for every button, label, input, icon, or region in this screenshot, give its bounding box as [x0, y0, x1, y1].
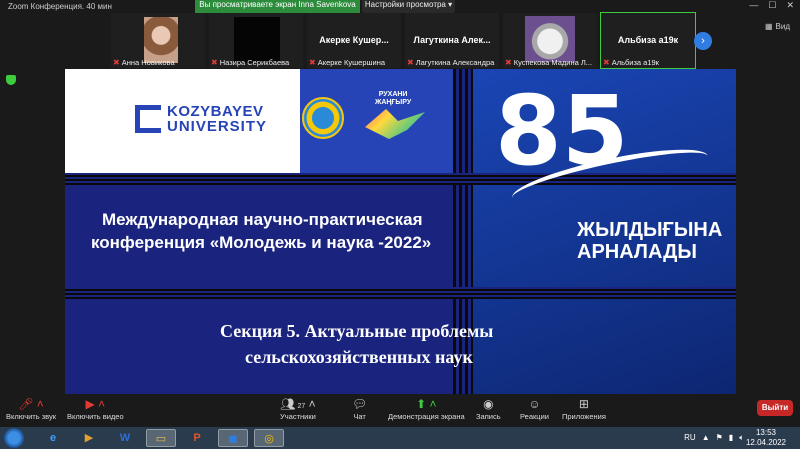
participants-label: Участники [280, 412, 316, 421]
participant-name: Альбиза а19к [611, 58, 659, 67]
participant-tile[interactable]: ✖ Назира Серикбаева [209, 13, 303, 68]
section-title-line2: сельскохозяйственных наук [245, 347, 473, 367]
language-indicator[interactable]: RU [684, 433, 696, 443]
apps-icon: ⊞ [578, 397, 589, 411]
unmute-button[interactable]: 🎤︎ ˄ Включить звук [6, 396, 56, 421]
network-icon[interactable]: ▮ [729, 433, 733, 443]
start-video-label: Включить видео [67, 412, 124, 421]
logo-text-line2: UNIVERSITY [167, 118, 268, 135]
kazakhstan-emblem-icon [302, 97, 344, 139]
security-shield-icon[interactable] [6, 75, 16, 85]
chevron-right-icon: › [701, 35, 705, 47]
mic-muted-icon: ✖ [211, 58, 218, 67]
rj-text-line2: ЖАҢҒЫРУ [375, 99, 412, 106]
meeting-toolbar: 🎤︎ ˄ Включить звук ▶︎ ˄ Включить видео 👥… [0, 394, 800, 427]
participant-video [525, 16, 575, 62]
system-clock[interactable]: 13:53 12.04.2022 [746, 428, 786, 448]
shared-screen: KOZYBAYEV UNIVERSITY РУХАНИ ЖАҢҒЫРУ 85 Ж… [65, 69, 736, 394]
participant-tile[interactable]: Альбиза а19к ✖ Альбиза а19к [600, 12, 696, 69]
slide-divider-vertical [453, 69, 473, 394]
volume-icon[interactable]: 🔈︎ [739, 433, 744, 443]
participant-tile[interactable]: ✖ Анна Новикова [111, 13, 205, 68]
next-page-button[interactable]: › [694, 32, 712, 50]
participant-display-name: Акерке Кушер... [319, 35, 389, 45]
apps-label: Приложения [562, 412, 606, 421]
record-button[interactable]: ◉ Запись [476, 396, 501, 421]
mic-muted-icon: ✖ [309, 58, 316, 67]
start-button-icon[interactable] [4, 428, 24, 448]
minimize-button[interactable]: — [749, 0, 758, 11]
clock-time: 13:53 [755, 428, 776, 437]
window-title: Zoom Конференция. 40 мин [8, 2, 112, 11]
zoom-app-icon[interactable]: ◼ [218, 429, 248, 447]
chat-label: Чат [353, 412, 366, 421]
mic-muted-icon: ✖ [407, 58, 414, 67]
grid-icon: ▦ [764, 22, 773, 31]
microphone-muted-icon: 🎤︎ ˄ [18, 397, 44, 411]
chat-button[interactable]: 💬︎ Чат [352, 396, 367, 421]
unmute-label: Включить звук [6, 412, 57, 421]
internet-explorer-icon[interactable]: e [38, 429, 68, 447]
system-tray: RU ▲ ⚑ ▮ 🔈︎ [684, 433, 744, 443]
leave-meeting-button[interactable]: Выйти [757, 400, 793, 416]
participants-count: 27 [297, 403, 306, 410]
window-controls: — ☐ ✕ [749, 0, 794, 11]
section-title-line1: Секция 5. Актуальные проблемы [220, 321, 494, 341]
participant-display-name: Альбиза а19к [617, 35, 679, 45]
mic-muted-icon: ✖ [505, 58, 512, 67]
close-button[interactable]: ✕ [786, 0, 794, 11]
powerpoint-icon[interactable]: P [182, 429, 212, 447]
participants-icon: 👥︎ 27 ˄ [280, 397, 316, 411]
mic-muted-icon: ✖ [113, 58, 120, 67]
conference-title-line2: конференция «Молодежь и наука -2022» [91, 233, 432, 252]
chrome-icon[interactable]: ◎ [254, 429, 284, 447]
reactions-button[interactable]: ☺ Реакции [520, 396, 549, 421]
anniversary-text-line1: ЖЫЛДЫҒЫНА [577, 219, 723, 241]
participant-name: Акерке Кушершина [317, 58, 386, 67]
participant-name: Куспекова Мадина Л... [513, 58, 593, 67]
screen-share-banner: Вы просматриваете экран Inna Savenkova [195, 0, 360, 13]
participant-video [234, 17, 280, 63]
view-options-button[interactable]: Настройки просмотра ▾ [362, 0, 455, 13]
slide-divider-horizontal [65, 287, 736, 299]
media-player-icon[interactable]: ▶ [74, 429, 104, 447]
flag-icon[interactable]: ⚑ [716, 433, 723, 443]
record-label: Запись [476, 412, 501, 421]
view-toggle[interactable]: ▦ Вид [765, 22, 790, 31]
windows-taskbar: e ▶ W ▭ P ◼ ◎ RU ▲ ⚑ ▮ 🔈︎ 13:53 12.04.20… [0, 427, 800, 449]
participant-tile[interactable]: Лагуткина Алек... ✖ Лагуткина Александра [405, 13, 499, 68]
camera-off-icon: ▶︎ ˄ [85, 397, 106, 411]
participant-video [144, 17, 178, 63]
start-video-button[interactable]: ▶︎ ˄ Включить видео [67, 396, 124, 421]
mic-muted-icon: ✖ [603, 58, 610, 67]
maximize-button[interactable]: ☐ [768, 0, 776, 11]
university-logo-icon [135, 105, 161, 133]
clock-date: 12.04.2022 [745, 438, 786, 447]
participant-strip: ✖ Анна Новикова ✖ Назира Серикбаева Акерке… [111, 12, 696, 69]
apps-button[interactable]: ⊞ Приложения [562, 396, 606, 421]
reactions-icon: ☺ [528, 397, 541, 411]
share-screen-icon: ⬆ ˄ [416, 397, 437, 411]
participant-tile[interactable]: ✖ Куспекова Мадина Л... [503, 13, 597, 68]
conference-title-line1: Международная научно-практическая [102, 210, 423, 229]
view-label: Вид [775, 22, 790, 31]
chat-icon: 💬︎ [352, 397, 368, 411]
rj-text-line1: РУХАНИ [378, 91, 408, 98]
record-icon: ◉ [483, 397, 494, 411]
participant-name: Лагуткина Александра [415, 58, 495, 67]
reactions-label: Реакции [520, 412, 549, 421]
participant-name: Анна Новикова [121, 58, 175, 67]
rukhani-zhangyru-logo: РУХАНИ ЖАҢҒЫРУ [375, 91, 411, 107]
participant-name: Назира Серикбаева [219, 58, 290, 67]
tray-arrow-icon[interactable]: ▲ [702, 433, 710, 443]
anniversary-text-line2: АРНАЛАДЫ [577, 241, 697, 263]
share-screen-button[interactable]: ⬆ ˄ Демонстрация экрана [388, 396, 465, 421]
file-explorer-icon[interactable]: ▭ [146, 429, 176, 447]
participants-button[interactable]: 👥︎ 27 ˄ Участники [280, 396, 316, 421]
participant-tile[interactable]: Акерке Кушер... ✖ Акерке Кушершина [307, 13, 401, 68]
share-screen-label: Демонстрация экрана [388, 412, 465, 421]
participant-display-name: Лагуткина Алек... [413, 35, 491, 45]
word-icon[interactable]: W [110, 429, 140, 447]
